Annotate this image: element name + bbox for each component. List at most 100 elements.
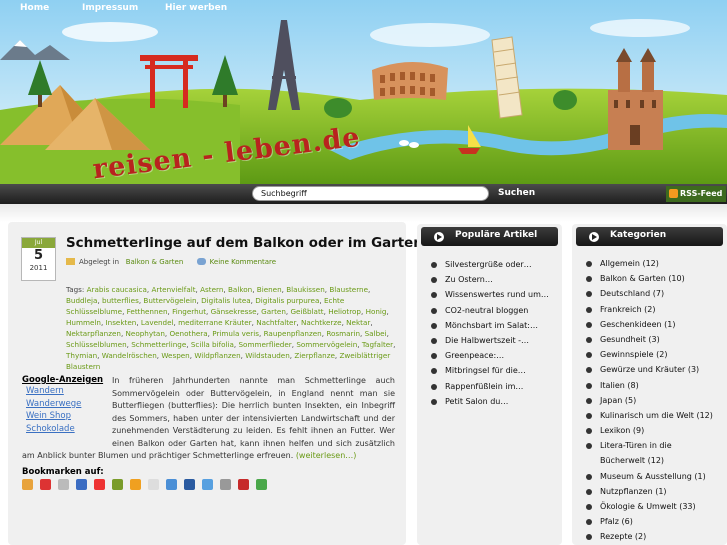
nav-impressum[interactable]: Impressum: [82, 3, 138, 13]
popular-article-item[interactable]: Silvestergrüße oder…: [431, 257, 549, 272]
tag-link[interactable]: Tagfalter: [362, 340, 393, 349]
tag-link[interactable]: Insekten: [106, 318, 137, 327]
nav-hier-werben[interactable]: Hier werben: [165, 3, 227, 13]
tag-link[interactable]: Buttervögelein: [143, 296, 196, 305]
tag-link[interactable]: Sommervögelein: [296, 340, 357, 349]
tag-link[interactable]: Nektar: [346, 318, 370, 327]
tag-link[interactable]: Blaukissen: [286, 285, 325, 294]
tag-link[interactable]: Fetthennen: [127, 307, 168, 316]
category-item[interactable]: Gesundheit (3): [586, 332, 713, 347]
category-item[interactable]: Museum & Ausstellung (1): [586, 469, 713, 484]
post-category-link[interactable]: Balkon & Garten: [126, 258, 184, 266]
category-item[interactable]: Bücherwelt (12): [586, 453, 713, 468]
category-item[interactable]: Ökologie & Umwelt (33): [586, 499, 713, 514]
category-item[interactable]: Kulinarisch um die Welt (12): [586, 408, 713, 423]
popular-article-item[interactable]: Zu Ostern…: [431, 272, 549, 287]
tag-link[interactable]: Balkon: [228, 285, 252, 294]
tag-link[interactable]: Blausterne: [329, 285, 368, 294]
tag-link[interactable]: Garten: [261, 307, 286, 316]
popular-article-item[interactable]: Petit Salon du…: [431, 394, 549, 409]
category-item[interactable]: Gewinnspiele (2): [586, 347, 713, 362]
tag-link[interactable]: Schmetterlinge: [131, 340, 186, 349]
tag-link[interactable]: Wespen: [161, 351, 189, 360]
tag-link[interactable]: mediterrane Kräuter: [178, 318, 252, 327]
bookmark-icon[interactable]: [166, 479, 177, 490]
post-title[interactable]: Schmetterlinge auf dem Balkon oder im Ga…: [66, 236, 481, 251]
tag-link[interactable]: butterflies: [102, 296, 139, 305]
tag-link[interactable]: Buddleja: [66, 296, 97, 305]
bookmark-icon[interactable]: [184, 479, 195, 490]
tag-link[interactable]: Wildpflanzen: [194, 351, 240, 360]
ad-link[interactable]: Wein Shop: [26, 410, 110, 423]
category-item[interactable]: Balkon & Garten (10): [586, 271, 713, 286]
search-input[interactable]: Suchbegriff: [252, 186, 489, 201]
category-item[interactable]: Geschenkideen (1): [586, 317, 713, 332]
category-item[interactable]: Litera-Türen in die: [586, 438, 713, 453]
category-item[interactable]: Frankreich (2): [586, 302, 713, 317]
bookmark-icon[interactable]: [220, 479, 231, 490]
ad-link[interactable]: Schokolade: [26, 423, 110, 436]
bookmark-icon[interactable]: [94, 479, 105, 490]
tag-link[interactable]: Arabis caucasica: [87, 285, 147, 294]
tag-link[interactable]: Geißblatt: [290, 307, 323, 316]
tag-link[interactable]: Honig: [366, 307, 387, 316]
category-item[interactable]: Japan (5): [586, 393, 713, 408]
comments-link[interactable]: Keine Kommentare: [210, 258, 276, 266]
category-item[interactable]: Gewürze und Kräuter (3): [586, 362, 713, 377]
popular-article-item[interactable]: Die Halbwertszeit -…: [431, 333, 549, 348]
popular-article-item[interactable]: Greenpeace:…: [431, 348, 549, 363]
popular-article-item[interactable]: CO2-neutral bloggen: [431, 303, 549, 318]
bookmark-icon[interactable]: [22, 479, 33, 490]
bookmark-icon[interactable]: [76, 479, 87, 490]
tag-link[interactable]: Sommerflieder: [239, 340, 292, 349]
category-item[interactable]: Nutzpflanzen (1): [586, 484, 713, 499]
rss-feed-button[interactable]: RSS-Feed: [666, 186, 726, 202]
search-button[interactable]: Suchen: [498, 188, 535, 198]
read-more-link[interactable]: (weiterlesen…): [296, 451, 357, 460]
tag-link[interactable]: Schlüsselblumen: [66, 340, 127, 349]
bookmark-icon[interactable]: [130, 479, 141, 490]
tag-link[interactable]: Raupenpflanzen: [264, 329, 322, 338]
popular-article-item[interactable]: Wissenswertes rund um…: [431, 287, 549, 302]
tag-link[interactable]: Salbei: [365, 329, 387, 338]
tag-link[interactable]: Oenothera: [169, 329, 207, 338]
tag-link[interactable]: Fingerhut: [172, 307, 206, 316]
tag-link[interactable]: Hummeln: [66, 318, 101, 327]
tag-link[interactable]: Primula veris: [212, 329, 259, 338]
category-item[interactable]: Pfalz (6): [586, 514, 713, 529]
bookmark-icon[interactable]: [238, 479, 249, 490]
category-item[interactable]: Lexikon (9): [586, 423, 713, 438]
tag-link[interactable]: Wildstauden: [245, 351, 290, 360]
ad-link[interactable]: Wanderwege: [26, 398, 110, 411]
bookmark-icon[interactable]: [112, 479, 123, 490]
popular-article-item[interactable]: Rappenfüßlein im…: [431, 379, 549, 394]
category-item[interactable]: Rezepte (2): [586, 529, 713, 544]
bookmark-icon[interactable]: [40, 479, 51, 490]
category-item[interactable]: Deutschland (7): [586, 286, 713, 301]
tag-link[interactable]: Astern: [200, 285, 223, 294]
nav-home[interactable]: Home: [20, 3, 49, 13]
category-item[interactable]: Italien (8): [586, 378, 713, 393]
tag-link[interactable]: Neophytan: [126, 329, 165, 338]
bookmark-icon[interactable]: [58, 479, 69, 490]
bookmark-icon[interactable]: [256, 479, 267, 490]
popular-article-item[interactable]: Mitbringsel für die…: [431, 363, 549, 378]
bookmark-icon[interactable]: [202, 479, 213, 490]
tag-link[interactable]: Bienen: [257, 285, 282, 294]
tag-link[interactable]: Thymian: [66, 351, 97, 360]
bookmark-icon[interactable]: [148, 479, 159, 490]
tag-link[interactable]: Nachtfalter: [256, 318, 296, 327]
ad-link[interactable]: Wandern: [26, 385, 110, 398]
tag-link[interactable]: Scilla bifolia: [191, 340, 234, 349]
tag-link[interactable]: Nachtkerze: [301, 318, 342, 327]
tag-link[interactable]: Lavendel: [141, 318, 174, 327]
tag-link[interactable]: Rosmarin: [326, 329, 360, 338]
tag-link[interactable]: Nektarpflanzen: [66, 329, 121, 338]
tag-link[interactable]: Wandelröschen: [102, 351, 157, 360]
tag-link[interactable]: Digitalis lutea: [201, 296, 251, 305]
category-item[interactable]: Allgemein (12): [586, 256, 713, 271]
tag-link[interactable]: Heliotrop: [328, 307, 361, 316]
tag-link[interactable]: Artenvielfalt: [151, 285, 195, 294]
popular-article-item[interactable]: Mönchsbart im Salat:…: [431, 318, 549, 333]
tag-link[interactable]: Zierpflanze: [294, 351, 335, 360]
